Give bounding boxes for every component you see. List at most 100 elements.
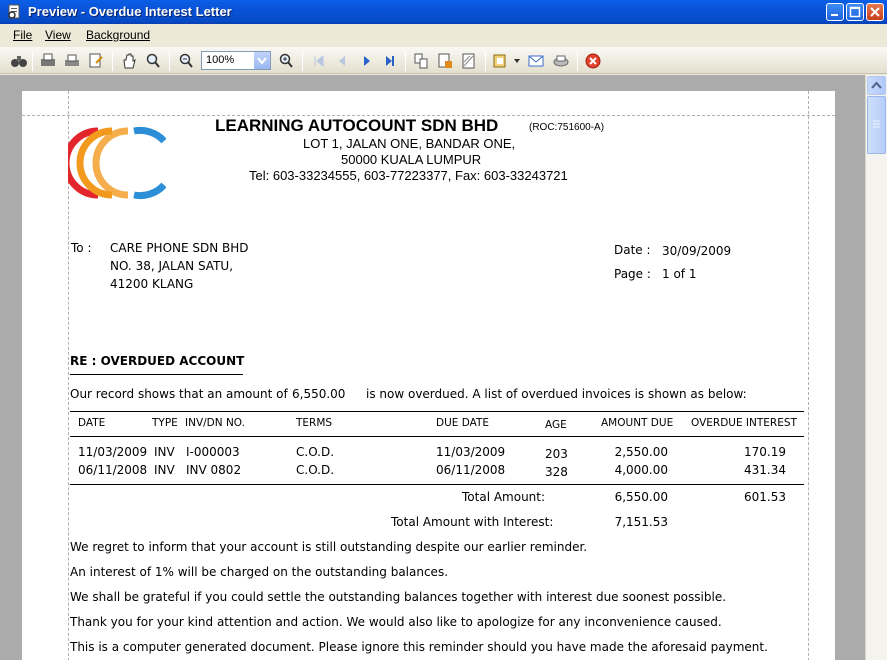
zoom-value: 100% bbox=[206, 54, 235, 66]
subject-underline bbox=[70, 374, 243, 375]
preview-viewport[interactable]: LEARNING AUTOCOUNT SDN BHD (ROC:751600-A… bbox=[0, 75, 865, 660]
vertical-scrollbar[interactable] bbox=[865, 75, 887, 660]
zoom-select[interactable]: 100% bbox=[201, 51, 271, 70]
close-icon bbox=[870, 7, 880, 17]
header-overdue-interest: OVERDUE INTEREST bbox=[691, 417, 797, 429]
row-type: INV bbox=[154, 445, 175, 459]
menu-view[interactable]: View bbox=[45, 28, 71, 42]
watermark-icon[interactable] bbox=[459, 51, 479, 71]
toolbar-separator bbox=[169, 51, 170, 71]
logo-blue-arc-top bbox=[133, 126, 166, 144]
zoom-out-icon[interactable] bbox=[176, 51, 196, 71]
company-logo bbox=[68, 126, 166, 200]
table-header-rule bbox=[70, 436, 804, 437]
header-amount-due: AMOUNT DUE bbox=[601, 417, 674, 429]
recipient-address-2: 41200 KLANG bbox=[110, 277, 194, 291]
toolbar-separator bbox=[405, 51, 406, 71]
zoom-in-icon[interactable] bbox=[276, 51, 296, 71]
company-roc: (ROC:751600-A) bbox=[529, 122, 605, 133]
row-overdue-interest: 431.34 bbox=[744, 463, 786, 477]
toolbar-separator bbox=[485, 51, 486, 71]
email-icon[interactable] bbox=[526, 51, 546, 71]
page-number: 1 of 1 bbox=[662, 267, 697, 281]
page-setup-icon[interactable] bbox=[86, 51, 106, 71]
print-setup-icon[interactable] bbox=[38, 51, 58, 71]
paragraph-thanks: Thank you for your kind attention and ac… bbox=[70, 615, 722, 629]
header-terms: TERMS bbox=[296, 417, 333, 429]
row-terms: C.O.D. bbox=[296, 463, 335, 477]
magnifier-icon[interactable] bbox=[143, 51, 163, 71]
menu-background[interactable]: Background bbox=[86, 28, 150, 42]
total-with-interest-label: Total Amount with Interest: bbox=[391, 515, 554, 529]
row-terms: C.O.D. bbox=[296, 445, 335, 459]
toolbar-separator bbox=[302, 51, 303, 71]
letter-date: 30/09/2009 bbox=[662, 244, 732, 258]
to-label: To : bbox=[71, 241, 92, 255]
hand-tool-icon[interactable] bbox=[119, 51, 139, 71]
paragraph-settle: We shall be grateful if you could settle… bbox=[70, 590, 727, 604]
company-name: LEARNING AUTOCOUNT SDN BHD bbox=[215, 116, 499, 135]
scroll-up-button[interactable] bbox=[867, 76, 886, 95]
window-title: Preview - Overdue Interest Letter bbox=[28, 4, 232, 19]
letter-subject: RE : OVERDUED ACCOUNT bbox=[70, 354, 245, 368]
export-icon[interactable] bbox=[491, 51, 511, 71]
first-page-icon[interactable] bbox=[308, 51, 328, 71]
last-page-icon[interactable] bbox=[380, 51, 400, 71]
row-date: 06/11/2008 bbox=[78, 463, 148, 477]
print-icon[interactable] bbox=[62, 51, 82, 71]
multiple-pages-icon[interactable] bbox=[411, 51, 431, 71]
scroll-thumb[interactable] bbox=[867, 96, 886, 154]
paragraph-interest: An interest of 1% will be charged on the… bbox=[70, 565, 449, 579]
table-top-rule bbox=[70, 411, 804, 412]
page-label: Page : bbox=[614, 267, 651, 281]
paragraph-reminder: We regret to inform that your account is… bbox=[70, 540, 588, 554]
row-age: 328 bbox=[545, 465, 568, 479]
find-binoculars-icon[interactable] bbox=[9, 51, 29, 71]
logo-blue-arc-bottom bbox=[133, 182, 166, 200]
recipient-address-1: NO. 38, JALAN SATU, bbox=[110, 259, 234, 273]
previous-page-icon[interactable] bbox=[332, 51, 352, 71]
close-preview-icon[interactable] bbox=[583, 51, 603, 71]
date-label: Date : bbox=[614, 243, 651, 257]
fax-icon[interactable] bbox=[551, 51, 571, 71]
header-inv-dn-no: INV/DN NO. bbox=[185, 417, 245, 429]
company-address-2: 50000 KUALA LUMPUR bbox=[341, 152, 482, 167]
menu-bar: File View Background bbox=[0, 24, 887, 46]
report-page: LEARNING AUTOCOUNT SDN BHD (ROC:751600-A… bbox=[22, 91, 835, 660]
minimize-button[interactable] bbox=[826, 3, 844, 21]
total-with-interest: 7,151.53 bbox=[614, 515, 668, 529]
chevron-up-icon bbox=[871, 81, 882, 89]
maximize-button[interactable] bbox=[846, 3, 864, 21]
next-page-icon[interactable] bbox=[356, 51, 376, 71]
toolbar: 100% bbox=[0, 47, 887, 74]
menu-file[interactable]: File bbox=[13, 28, 32, 42]
intro-text-suffix: is now overdued. A list of overdued invo… bbox=[366, 387, 747, 401]
row-date: 11/03/2009 bbox=[78, 445, 148, 459]
close-window-button[interactable] bbox=[866, 3, 884, 21]
margin-guide-right bbox=[808, 91, 809, 660]
zoom-dropdown-button[interactable] bbox=[254, 52, 270, 69]
paragraph-disclaimer: This is a computer generated document. P… bbox=[70, 640, 768, 654]
header-type: TYPE bbox=[152, 417, 178, 429]
row-amount-due: 2,550.00 bbox=[614, 445, 668, 459]
title-bar: Preview - Overdue Interest Letter bbox=[0, 0, 887, 24]
maximize-icon bbox=[849, 6, 861, 18]
toolbar-separator bbox=[112, 51, 113, 71]
header-age: AGE bbox=[545, 419, 567, 431]
preview-app-icon bbox=[8, 4, 20, 19]
toolbar-separator bbox=[32, 51, 33, 71]
total-amount-label: Total Amount: bbox=[462, 490, 546, 504]
recipient-name: CARE PHONE SDN BHD bbox=[110, 241, 249, 255]
export-dropdown-arrow-icon[interactable] bbox=[513, 57, 521, 65]
row-amount-due: 4,000.00 bbox=[614, 463, 668, 477]
company-contact: Tel: 603-33234555, 603-77223377, Fax: 60… bbox=[249, 168, 568, 183]
minimize-icon bbox=[831, 14, 838, 16]
page-color-icon[interactable] bbox=[435, 51, 455, 71]
header-date: DATE bbox=[78, 417, 106, 429]
row-overdue-interest: 170.19 bbox=[744, 445, 786, 459]
toolbar-separator bbox=[577, 51, 578, 71]
total-interest: 601.53 bbox=[744, 490, 786, 504]
header-due-date: DUE DATE bbox=[436, 417, 490, 429]
intro-text-prefix: Our record shows that an amount of bbox=[70, 387, 288, 401]
company-address-1: LOT 1, JALAN ONE, BANDAR ONE, bbox=[303, 136, 516, 151]
